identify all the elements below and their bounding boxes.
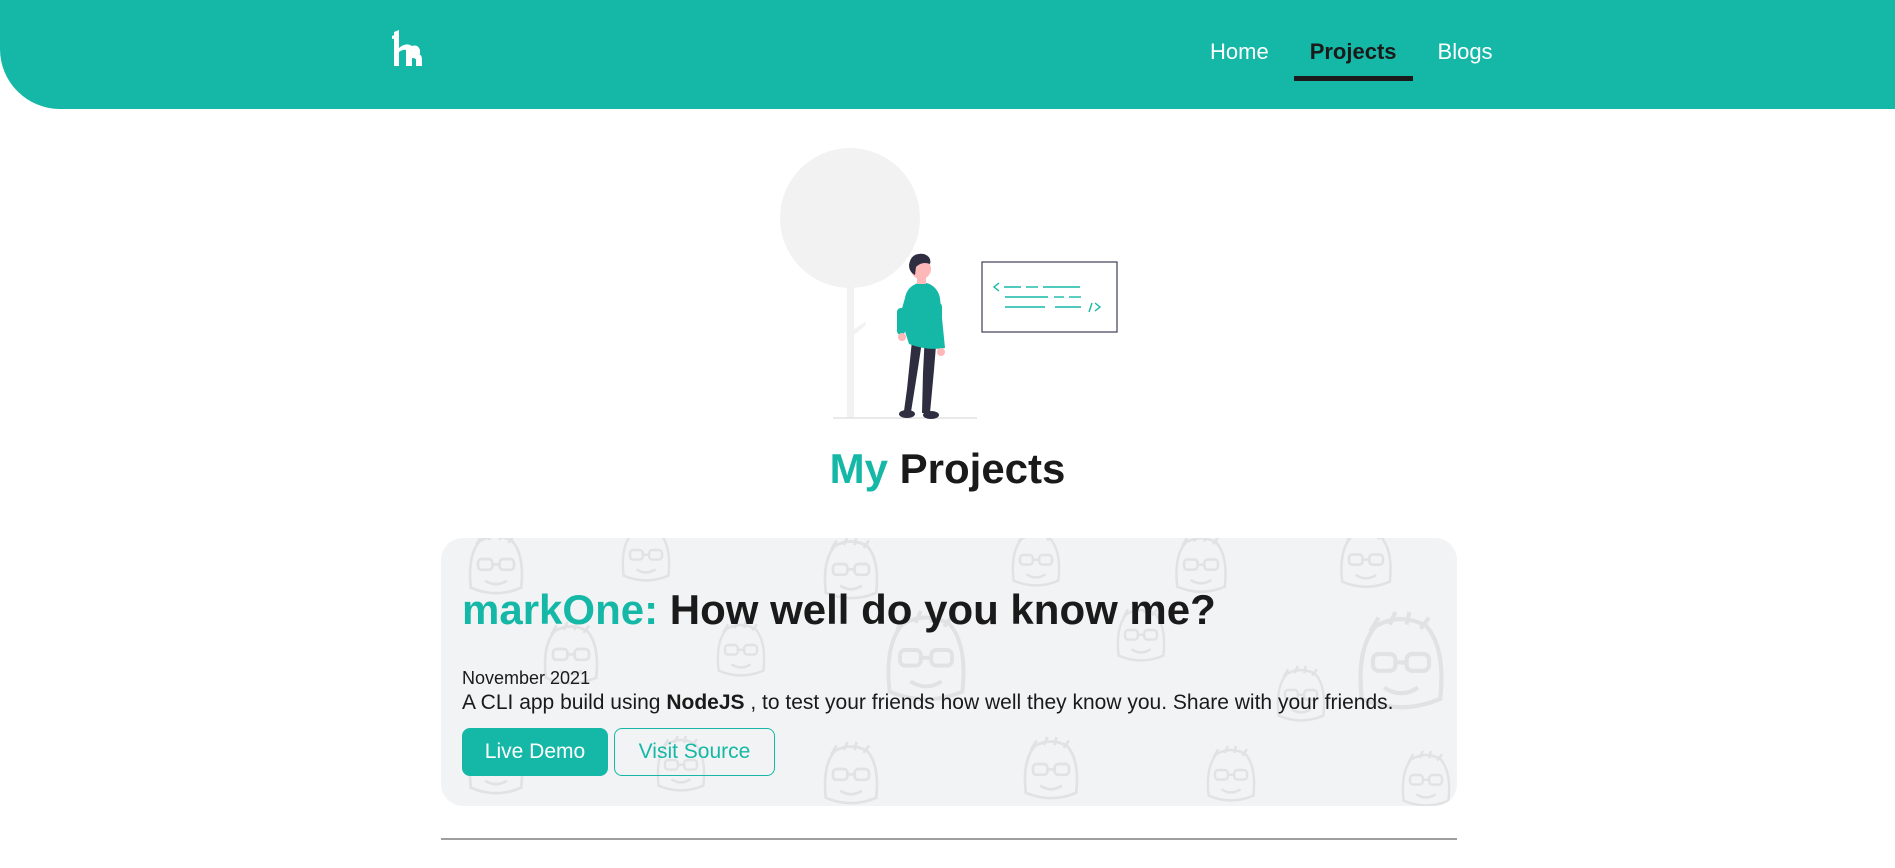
project-description-end: , to test your friends how well they kno… (750, 691, 1394, 714)
nav-projects-link[interactable]: Projects (1289, 0, 1418, 109)
project-tech: NodeJS (666, 691, 745, 714)
project-date: November 2021 (462, 668, 591, 688)
visit-source-button[interactable]: Visit Source (614, 728, 775, 776)
project-actions: Live Demo Visit Source (462, 728, 775, 776)
nav-home-link[interactable]: Home (1190, 0, 1289, 109)
site-header: Home Projects Blogs (0, 0, 1895, 109)
project-description: A CLI app build using NodeJS , to test y… (462, 691, 1394, 715)
nav-blogs-link[interactable]: Blogs (1418, 0, 1513, 109)
project-title: markOne: How well do you know me? (462, 586, 1216, 634)
main-nav: Home Projects Blogs (1190, 0, 1513, 109)
page-title-rest: Projects (899, 445, 1066, 492)
page-title-accent: My (829, 445, 888, 492)
project-tagline: How well do you know me? (669, 586, 1216, 633)
page-title: My Projects (0, 445, 1895, 493)
project-description-start: A CLI app build using (462, 691, 661, 714)
project-name: markOne: (462, 586, 659, 633)
live-demo-button[interactable]: Live Demo (462, 728, 608, 776)
project-card: markOne: How well do you know me? Novemb… (441, 538, 1457, 806)
logo-icon[interactable] (392, 30, 426, 68)
section-divider (441, 838, 1457, 840)
hero-illustration (780, 148, 1118, 419)
